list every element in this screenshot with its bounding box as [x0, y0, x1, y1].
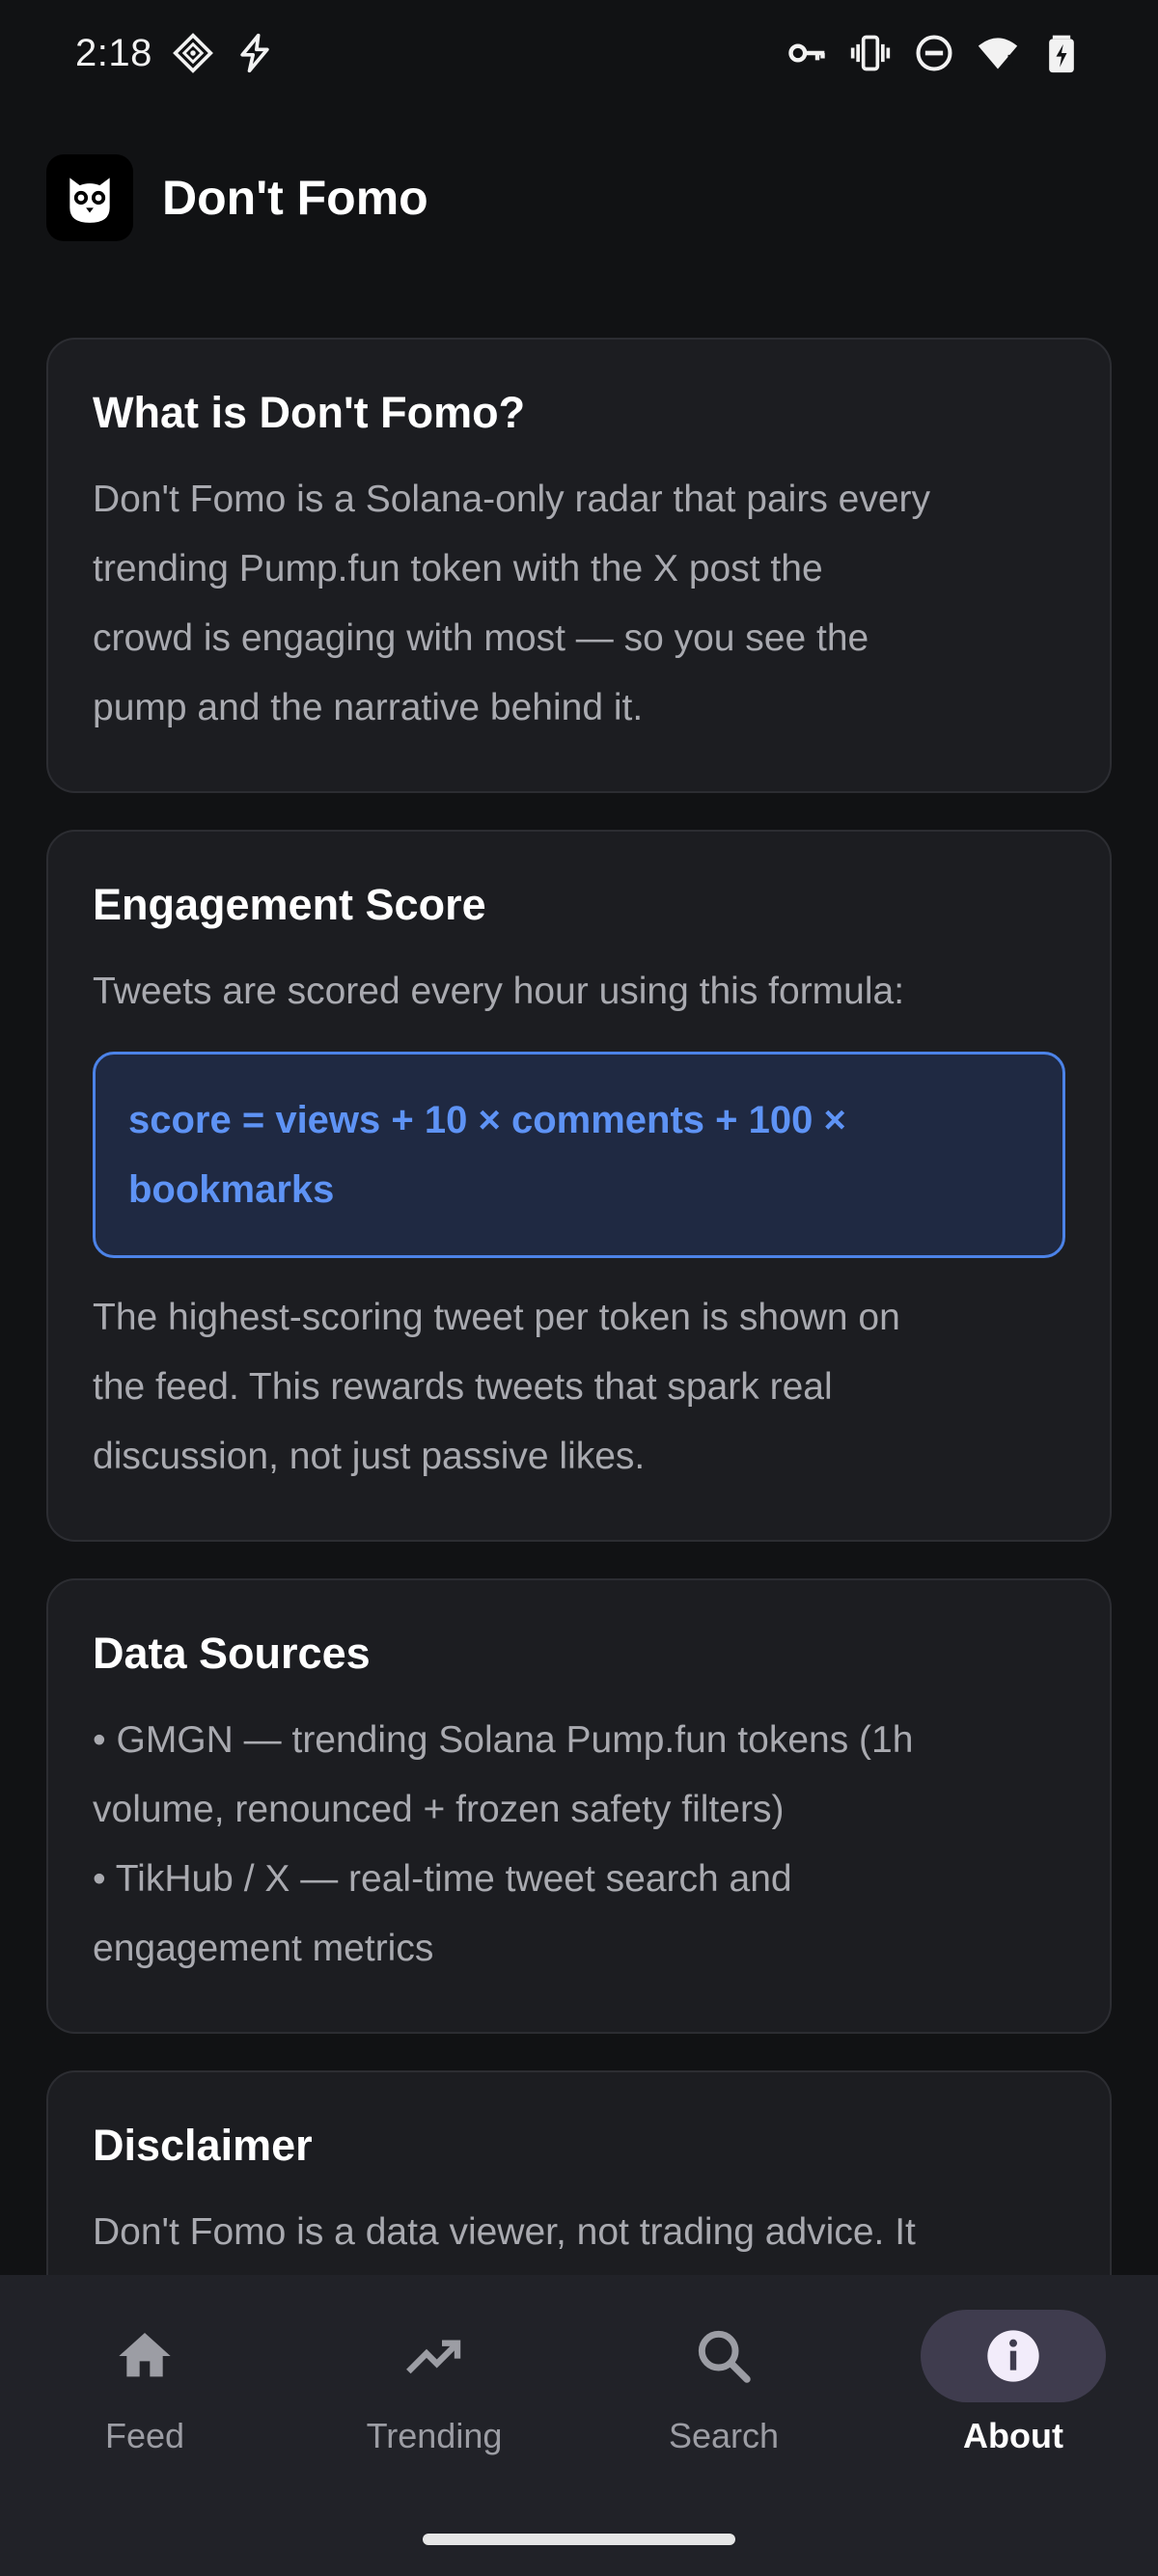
card-body: Don't Fomo is a Solana-only radar that p… [93, 465, 1065, 743]
card-engagement-score: Engagement Score Tweets are scored every… [46, 830, 1112, 1542]
text-line: the feed. This rewards tweets that spark… [93, 1366, 833, 1408]
nav-label: About [963, 2416, 1063, 2455]
nav-label: Trending [366, 2416, 503, 2455]
text-line: engagement metrics [93, 1928, 434, 1969]
nav-label: Feed [104, 2416, 185, 2455]
text-line: discussion, not just passive likes. [93, 1436, 646, 1477]
nav-pill [342, 2310, 527, 2402]
card-title: Disclaimer [93, 2121, 313, 2170]
text-line: Don't Fomo is a Solana-only radar that p… [93, 479, 931, 520]
text-line: • TikHub / X — real-time tweet search an… [93, 1858, 792, 1900]
home-icon [119, 2333, 171, 2377]
status-time: 2:18 [75, 31, 152, 74]
nav-pill [631, 2310, 816, 2402]
do-not-disturb-icon [913, 32, 955, 74]
vibrate-icon [849, 32, 892, 74]
wifi-icon [977, 32, 1019, 74]
card-title: Engagement Score [93, 880, 486, 929]
text-line: Don't Fomo is a data viewer, not trading… [93, 2211, 916, 2253]
app-title: Don't Fomo [162, 171, 428, 225]
owl-icon [46, 154, 133, 241]
about-screen: 2:18 Don't Fomo What is Don't Fomo? Don'… [0, 0, 1158, 2576]
card-title: What is Don't Fomo? [93, 388, 526, 437]
about-content: What is Don't Fomo? Don't Fomo is a Sola… [46, 338, 1112, 2354]
card-what-is: What is Don't Fomo? Don't Fomo is a Sola… [46, 338, 1112, 793]
formula-box: score = views + 10 × comments + 100 × bo… [93, 1052, 1065, 1258]
card-body: Don't Fomo is a data viewer, not trading… [93, 2198, 1065, 2267]
formula-line: bookmarks [128, 1168, 335, 1211]
card-body: • GMGN — trending Solana Pump.fun tokens… [93, 1706, 1065, 1984]
bolt-icon [234, 32, 276, 74]
info-icon [987, 2330, 1039, 2382]
text-line: The highest-scoring tweet per token is s… [93, 1297, 900, 1338]
text-line: crowd is engaging with most — so you see… [93, 617, 869, 659]
nav-pill [52, 2310, 237, 2402]
nav-item-about[interactable]: About [868, 2310, 1158, 2456]
text-line: • GMGN — trending Solana Pump.fun tokens… [93, 1719, 914, 1761]
app-bar: Don't Fomo [46, 154, 428, 241]
card-body: The highest-scoring tweet per token is s… [93, 1283, 1065, 1492]
text-line: trending Pump.fun token with the X post … [93, 548, 823, 589]
home-indicator[interactable] [423, 2534, 735, 2545]
formula-line: score = views + 10 × comments + 100 × [128, 1099, 846, 1141]
key-icon [786, 32, 828, 74]
bottom-navigation: Feed Trending Search About [0, 2275, 1158, 2576]
nav-item-trending[interactable]: Trending [290, 2310, 579, 2456]
card-title: Data Sources [93, 1629, 371, 1678]
search-icon [698, 2330, 751, 2383]
card-data-sources: Data Sources • GMGN — trending Solana Pu… [46, 1578, 1112, 2034]
nav-pill-active [921, 2310, 1106, 2402]
diamond-grid-icon [172, 32, 214, 74]
battery-charging-icon [1040, 32, 1083, 74]
status-bar: 2:18 [0, 0, 1158, 106]
nav-item-feed[interactable]: Feed [0, 2310, 290, 2456]
text-line: pump and the narrative behind it. [93, 687, 644, 728]
nav-label: Search [668, 2416, 780, 2455]
nav-item-search[interactable]: Search [579, 2310, 868, 2456]
trending-up-icon [406, 2340, 461, 2374]
text-line: volume, renounced + frozen safety filter… [93, 1789, 785, 1830]
card-intro: Tweets are scored every hour using this … [93, 971, 905, 1012]
